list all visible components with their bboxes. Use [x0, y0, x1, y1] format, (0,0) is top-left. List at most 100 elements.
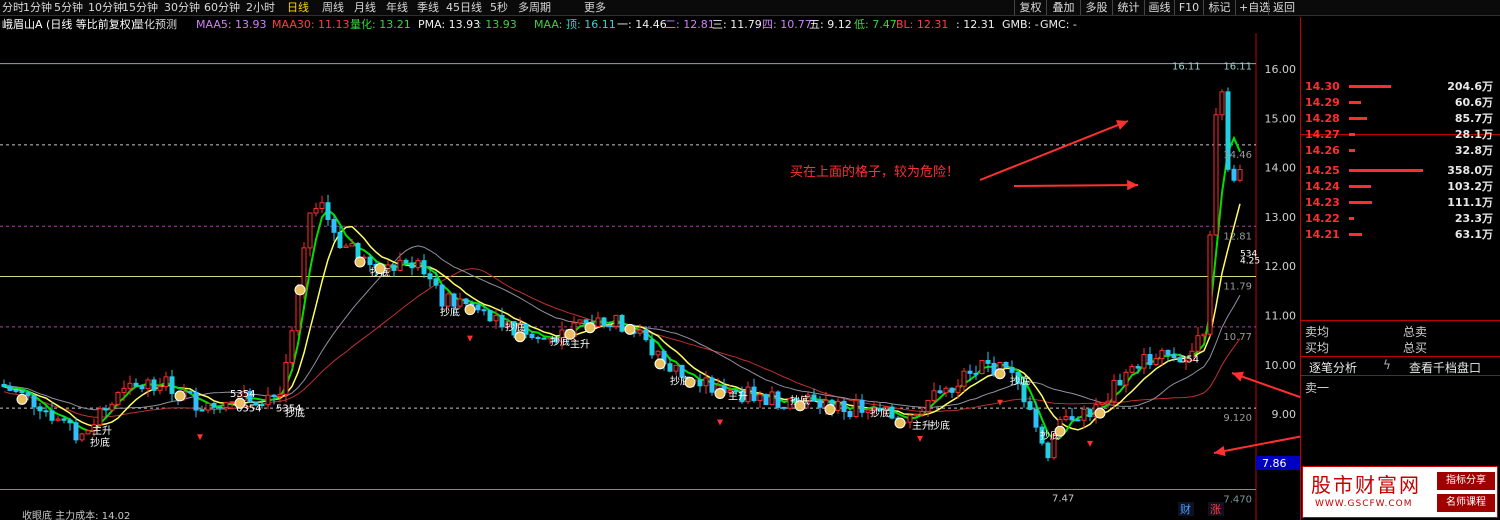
- toolbar-button-5[interactable]: F10: [1174, 0, 1203, 15]
- candle-body: [607, 324, 613, 327]
- orderbook-row[interactable]: 14.26 32.8万: [1301, 143, 1499, 159]
- price-tick: 14.00: [1265, 162, 1297, 175]
- candle-body: [271, 394, 277, 397]
- money-bag-icon: [564, 328, 576, 340]
- candle-body: [145, 379, 151, 390]
- price-tick: 16.00: [1265, 63, 1297, 76]
- candle-body: [1135, 366, 1141, 369]
- candle-body: [835, 400, 841, 411]
- orderbook-row[interactable]: 14.29 60.6万: [1301, 95, 1499, 111]
- timeframe-2[interactable]: 5分钟: [54, 0, 83, 15]
- toolbar-button-2[interactable]: 多股: [1080, 0, 1112, 15]
- panel-divider-2: [1301, 356, 1500, 357]
- order-book-panel: 14.30 204.6万 14.29 60.6万 14.28 85.7万 14.27 28.1…: [1300, 17, 1500, 520]
- candle-body: [1117, 379, 1123, 386]
- timeframe-5[interactable]: 30分钟: [164, 0, 200, 15]
- timeframe-14[interactable]: 5秒: [490, 0, 508, 15]
- timeframe-7[interactable]: 2小时: [246, 0, 275, 15]
- toolbar-button-0[interactable]: 复权: [1014, 0, 1046, 15]
- toolbar-button-3[interactable]: 统计: [1112, 0, 1144, 15]
- maa5-value: MAA5: 13.93: [196, 18, 267, 31]
- candle-body: [73, 422, 79, 441]
- timeframe-11[interactable]: 年线: [386, 0, 408, 15]
- sell-avg-label: 卖均: [1305, 325, 1330, 339]
- period-toolbar: 分时 1分钟 5分钟 10分钟 15分钟 30分钟 60分钟 2小时 日线 周线 月线 年线 季线 45日…: [0, 0, 1500, 16]
- candle-body: [697, 379, 703, 387]
- timeframe-15[interactable]: 多周期: [518, 0, 551, 15]
- orderbook-row[interactable]: 14.30 204.6万: [1301, 79, 1499, 95]
- view-depth-button[interactable]: 查看千档盘口: [1409, 359, 1481, 376]
- candle-body: [457, 298, 463, 307]
- timeframe-0[interactable]: 分时: [2, 0, 24, 15]
- candle-body: [1099, 402, 1105, 406]
- candle-body: [367, 256, 373, 265]
- level-label: 12.81: [1223, 231, 1252, 242]
- si-value: 四: 10.77: [762, 18, 812, 31]
- candle-body: [1129, 366, 1135, 373]
- candle-body: [1003, 361, 1009, 369]
- toolbar-button-4[interactable]: 画线: [1144, 0, 1174, 15]
- candle-body: [169, 376, 175, 394]
- toolbar-button-7[interactable]: +自选: [1235, 0, 1270, 15]
- candle-body: [619, 314, 625, 332]
- orderbook-row[interactable]: 14.25 358.0万: [1301, 163, 1499, 179]
- timeframe-10[interactable]: 月线: [354, 0, 376, 15]
- candle-body: [415, 260, 421, 269]
- orderbook-row[interactable]: 14.28 85.7万: [1301, 111, 1499, 127]
- orderbook-volume-bar: [1349, 101, 1361, 104]
- candle-body: [289, 330, 295, 364]
- candle-body: [139, 385, 145, 390]
- orderbook-volume: 204.6万: [1447, 80, 1493, 93]
- low-label: 7.47: [1052, 494, 1074, 505]
- danger-annotation: 买在上面的格子，较为危险！: [790, 164, 959, 180]
- timeframe-3[interactable]: 10分钟: [88, 0, 124, 15]
- orderbook-row[interactable]: 14.24 103.2万: [1301, 179, 1499, 195]
- signal-buy-label: 抄底: [440, 306, 460, 319]
- timeframe-1[interactable]: 1分钟: [23, 0, 52, 15]
- candle-body: [1237, 168, 1243, 181]
- orderbook-price: 14.22: [1305, 212, 1340, 225]
- orderbook-row[interactable]: 14.22 23.3万: [1301, 211, 1499, 227]
- candle-body: [103, 408, 109, 411]
- money-bag-icon: [624, 323, 636, 335]
- candle-body: [409, 262, 415, 269]
- orderbook-row[interactable]: 14.23 111.1万: [1301, 195, 1499, 211]
- timeframe-12[interactable]: 季线: [417, 0, 439, 15]
- kline-chart[interactable]: 抄底抄底抄底抄底抄底抄底抄底抄底抄底抄底抄底抄底主升主升主升主升53546354…: [0, 33, 1300, 520]
- candle-body: [1123, 371, 1129, 386]
- bottom-tab: 涨: [1210, 503, 1221, 516]
- timeframe-8[interactable]: 日线: [287, 0, 309, 15]
- orderbook-row[interactable]: 14.27 28.1万: [1301, 127, 1499, 143]
- candle-body: [307, 212, 313, 249]
- timeframe-9[interactable]: 周线: [322, 0, 344, 15]
- timeframe-16[interactable]: 更多: [584, 0, 606, 15]
- timeframe-6[interactable]: 60分钟: [204, 0, 240, 15]
- toolbar-button-8[interactable]: 返回: [1268, 0, 1299, 15]
- trade-analysis-button[interactable]: 逐笔分析: [1309, 359, 1357, 376]
- candle-body: [481, 309, 487, 312]
- orderbook-row[interactable]: 14.21 63.1万: [1301, 227, 1499, 243]
- timeframe-13[interactable]: 45日线: [446, 0, 482, 15]
- candle-body: [679, 364, 685, 378]
- toolbar-button-1[interactable]: 叠加: [1046, 0, 1080, 15]
- level-grid: [0, 33, 1257, 520]
- orderbook-price: 14.25: [1305, 164, 1340, 177]
- timeframe-4[interactable]: 15分钟: [122, 0, 158, 15]
- stock-title[interactable]: 峨眉山A (日线 等比前复权): [2, 17, 135, 32]
- money-bag-icon: [234, 397, 246, 409]
- wu-value: 五: 9.12: [809, 18, 852, 31]
- price-axis: 16.00 15.00 14.00 13.00 12.00 11.00 10.00 9.00 1…: [22, 62, 1300, 520]
- predict-toggle[interactable]: 量化预测: [133, 17, 177, 32]
- orderbook-price: 14.21: [1305, 228, 1340, 241]
- money-bag-icon: [714, 387, 726, 399]
- candle-body: [583, 319, 589, 324]
- danger-arrow-2: [1013, 184, 1139, 187]
- candle-body: [163, 376, 169, 388]
- sell1-label: 卖一: [1305, 381, 1330, 395]
- candle-body: [859, 399, 865, 413]
- toolbar-button-6[interactable]: 标记: [1203, 0, 1235, 15]
- orderbook-price: 14.26: [1305, 144, 1340, 157]
- candle-body: [637, 329, 643, 334]
- pma-value: PMA: 13.93: [418, 18, 481, 31]
- price-tick: 12.00: [1265, 260, 1297, 273]
